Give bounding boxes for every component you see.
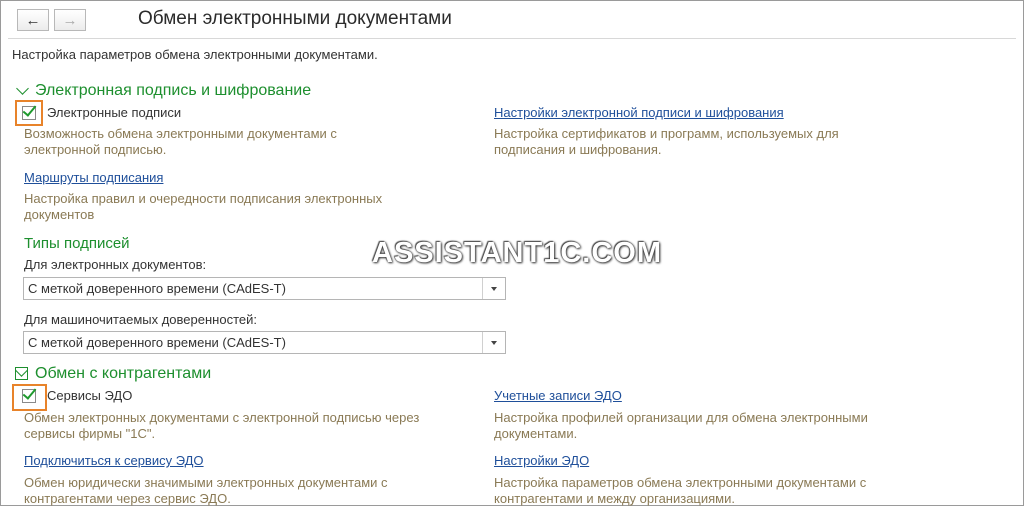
dropdown-button[interactable] — [482, 332, 505, 353]
edo-services-description: Обмен электронных документами с электрон… — [24, 410, 420, 441]
electronic-signatures-checkbox[interactable] — [22, 102, 37, 120]
mpoa-signature-select[interactable]: С меткой доверенного времени (CAdES-T) — [23, 331, 506, 354]
signature-types-title: Типы подписей — [24, 235, 130, 252]
chevron-down-icon — [491, 340, 497, 345]
signature-settings-link[interactable]: Настройки электронной подписи и шифрован… — [494, 105, 784, 120]
edo-settings-description: Настройка параметров обмена электронными… — [494, 475, 867, 506]
connect-edo-link[interactable]: Подключиться к сервису ЭДО — [24, 453, 204, 468]
forward-button[interactable]: → — [54, 9, 86, 31]
electronic-signatures-description: Возможность обмена электронными документ… — [24, 126, 337, 157]
edoc-signature-label: Для электронных документов: — [24, 257, 207, 272]
signing-routes-description: Настройка правил и очередности подписани… — [24, 191, 383, 222]
edo-settings-link[interactable]: Настройки ЭДО — [494, 453, 589, 468]
page-intro: Настройка параметров обмена электронными… — [12, 47, 378, 62]
mpoa-signature-value: С меткой доверенного времени (CAdES-T) — [28, 335, 286, 350]
edo-accounts-description: Настройка профилей организации для обмен… — [494, 410, 868, 441]
edo-services-checkbox[interactable] — [22, 385, 37, 403]
chevron-down-icon — [491, 286, 497, 291]
arrow-right-icon: → — [62, 11, 78, 29]
mpoa-signature-label: Для машиночитаемых доверенностей: — [24, 312, 257, 327]
header-divider — [8, 38, 1016, 39]
edo-accounts-link[interactable]: Учетные записи ЭДО — [494, 388, 622, 403]
signing-routes-link[interactable]: Маршруты подписания — [24, 170, 163, 185]
electronic-signatures-label: Электронные подписи — [47, 105, 182, 120]
back-button[interactable]: ← — [17, 9, 49, 31]
connect-edo-description: Обмен юридически значимыми электронных д… — [24, 475, 388, 506]
section-title-signature: Электронная подпись и шифрование — [35, 82, 312, 99]
section-title-counterparties: Обмен с контрагентами — [35, 365, 212, 382]
edoc-signature-select[interactable]: С меткой доверенного времени (CAdES-T) — [23, 277, 506, 300]
edo-services-label: Сервисы ЭДО — [47, 388, 133, 403]
arrow-left-icon: ← — [25, 11, 41, 29]
watermark: ASSISTANT1C.COM — [372, 237, 662, 269]
page-title: Обмен электронными документами — [138, 8, 452, 29]
edoc-signature-value: С меткой доверенного времени (CAdES-T) — [28, 281, 286, 296]
signature-settings-description: Настройка сертификатов и программ, испол… — [494, 126, 839, 157]
dropdown-button[interactable] — [482, 278, 505, 299]
